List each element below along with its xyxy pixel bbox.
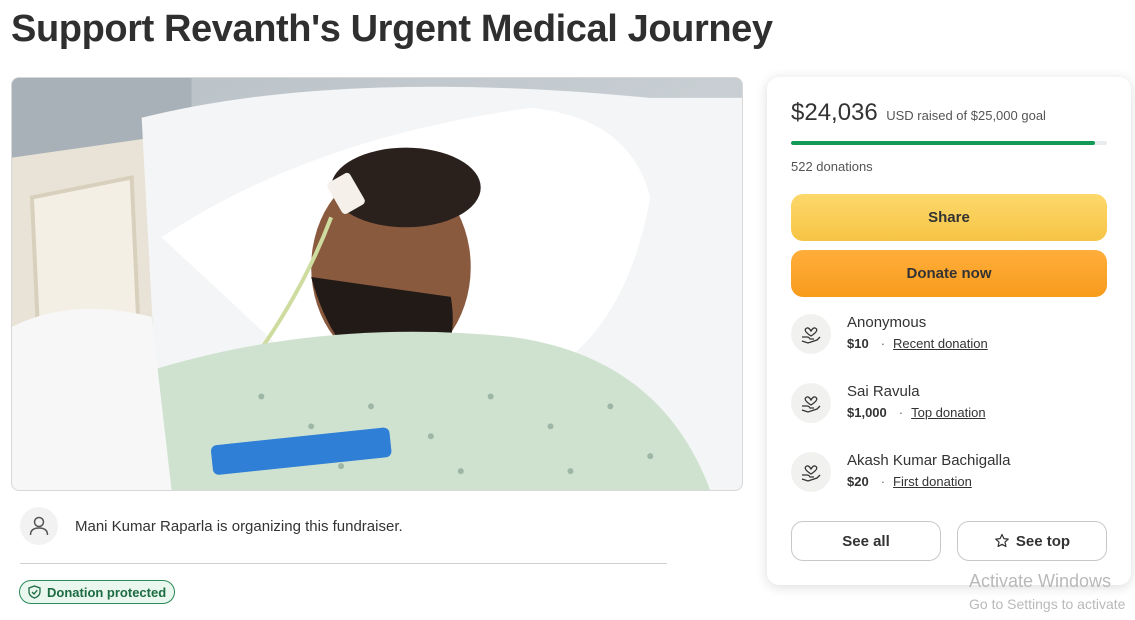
progress-bar <box>791 141 1107 145</box>
donor-amount: $20 <box>847 474 869 489</box>
amount-row: $24,036 USD raised of $25,000 goal <box>791 99 1046 127</box>
hero-illustration <box>12 78 742 490</box>
divider <box>20 563 667 564</box>
separator-dot: · <box>898 405 904 420</box>
donation-card: $24,036 USD raised of $25,000 goal 522 d… <box>767 77 1131 585</box>
goal-text: USD raised of $25,000 goal <box>886 108 1046 123</box>
windows-activation-watermark: Activate Windows Go to Settings to activ… <box>969 571 1125 612</box>
donor-amount: $10 <box>847 336 869 351</box>
organizer-text: Mani Kumar Raparla is organizing this fu… <box>75 517 403 535</box>
donor-item: Anonymous $10 · Recent donation <box>791 314 988 354</box>
donations-count: 522 donations <box>791 159 873 174</box>
donor-name: Sai Ravula <box>847 383 920 400</box>
organizer-row: Mani Kumar Raparla is organizing this fu… <box>20 507 403 545</box>
see-all-label: See all <box>842 532 890 550</box>
donor-heart-hand-icon <box>791 452 831 492</box>
user-icon <box>29 516 49 536</box>
donor-heart-hand-icon <box>791 383 831 423</box>
avatar <box>20 507 58 545</box>
donor-tag-link[interactable]: First donation <box>893 474 972 489</box>
donor-tag-link[interactable]: Top donation <box>911 405 985 420</box>
donor-heart-hand-icon <box>791 314 831 354</box>
donor-name: Anonymous <box>847 314 927 331</box>
watermark-line-1: Activate Windows <box>969 571 1112 591</box>
watermark-line-2: Go to Settings to activate <box>969 596 1126 612</box>
share-button[interactable]: Share <box>791 194 1107 241</box>
star-icon <box>995 533 1009 548</box>
fundraiser-hero-image <box>11 77 743 491</box>
raised-amount: $24,036 <box>791 99 878 126</box>
see-all-button[interactable]: See all <box>791 521 941 561</box>
donor-tag-link[interactable]: Recent donation <box>893 336 988 351</box>
donor-item: Sai Ravula $1,000 · Top donation <box>791 383 986 423</box>
separator-dot: · <box>880 474 886 489</box>
donate-now-button[interactable]: Donate now <box>791 250 1107 297</box>
donation-protected-badge[interactable]: Donation protected <box>19 580 176 604</box>
donor-amount: $1,000 <box>847 405 887 420</box>
page-title: Support Revanth's Urgent Medical Journey <box>11 8 773 50</box>
progress-fill <box>791 141 1095 145</box>
donor-item: Akash Kumar Bachigalla $20 · First donat… <box>791 452 1010 492</box>
shield-check-icon <box>28 585 41 599</box>
see-top-label: See top <box>1015 532 1071 550</box>
donor-name: Akash Kumar Bachigalla <box>847 452 1011 469</box>
see-top-button[interactable]: See top <box>957 521 1107 561</box>
separator-dot: · <box>880 336 886 351</box>
badge-label: Donation protected <box>47 584 167 600</box>
